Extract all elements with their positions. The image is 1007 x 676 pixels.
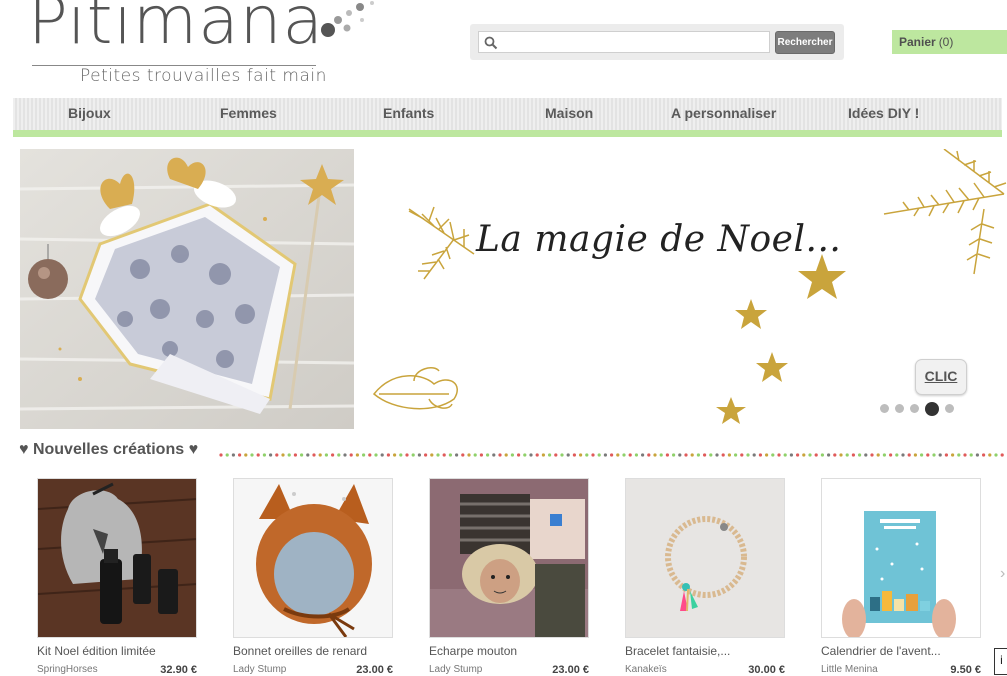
product-seller[interactable]: Lady Stump — [233, 664, 286, 675]
product-image[interactable] — [233, 478, 393, 638]
product-name[interactable]: Kit Noel édition limitée — [37, 644, 156, 658]
banner-decorations — [372, 149, 1007, 424]
hero-banner[interactable]: La magie de Noel... CLIC — [20, 149, 1007, 429]
product-seller[interactable]: Kanakeïs — [625, 664, 667, 675]
search-input[interactable] — [478, 31, 770, 53]
carousel-next-icon[interactable]: › — [1000, 565, 1005, 583]
nav-item-maison[interactable]: Maison — [545, 98, 593, 130]
cart-label: Panier — [899, 35, 936, 49]
cart-button[interactable]: Panier (0) — [892, 30, 1007, 54]
product-image[interactable] — [625, 478, 785, 638]
search-icon — [484, 36, 498, 50]
nav-item-idees-diy[interactable]: Idées DIY ! — [848, 98, 919, 130]
product-card[interactable]: Echarpe mouton Lady Stump 23.00 € — [429, 478, 589, 676]
slider-dots — [880, 400, 960, 416]
logo-title: Pitimana — [28, 0, 324, 59]
product-image[interactable] — [821, 478, 981, 638]
main-nav: Bijoux Femmes Enfants Maison A personnal… — [13, 98, 1002, 130]
product-seller[interactable]: Little Menina — [821, 664, 878, 675]
product-name[interactable]: Bracelet fantaisie,... — [625, 644, 730, 658]
product-card[interactable]: Kit Noel édition limitée SpringHorses 32… — [37, 478, 197, 676]
search-bar: Rechercher — [470, 24, 844, 60]
section-dotted-divider — [219, 453, 1004, 457]
nav-accent-bar — [13, 130, 1002, 137]
slider-dot-active[interactable] — [925, 401, 939, 416]
nav-item-a-personnaliser[interactable]: A personnaliser — [671, 98, 776, 130]
product-seller[interactable]: Lady Stump — [429, 664, 482, 675]
product-card[interactable]: Bonnet oreilles de renard Lady Stump 23.… — [233, 478, 393, 676]
product-image[interactable] — [37, 478, 197, 638]
nav-item-femmes[interactable]: Femmes — [220, 98, 277, 130]
product-price: 30.00 € — [748, 664, 785, 676]
slider-dot[interactable] — [910, 404, 919, 414]
site-logo[interactable]: Pitimana Petites trouvailles fait main — [28, 0, 374, 92]
product-price: 23.00 € — [356, 664, 393, 676]
slider-dot[interactable] — [895, 404, 904, 414]
search-button[interactable]: Rechercher — [775, 31, 835, 54]
product-image[interactable] — [429, 478, 589, 638]
section-title-new-creations: ♥ Nouvelles créations ♥ — [19, 441, 199, 458]
slider-dot[interactable] — [945, 404, 954, 414]
product-price: 9.50 € — [950, 664, 981, 676]
banner-photo-reindeer-blanket — [20, 149, 354, 429]
product-price: 32.90 € — [160, 664, 197, 676]
logo-tagline: Petites trouvailles fait main — [80, 66, 327, 86]
logo-dots-icon — [321, 1, 374, 37]
nav-item-bijoux[interactable]: Bijoux — [68, 98, 111, 130]
product-price: 23.00 € — [552, 664, 589, 676]
product-name[interactable]: Echarpe mouton — [429, 644, 517, 658]
product-card[interactable]: Calendrier de l'avent... Little Menina 9… — [821, 478, 981, 676]
cart-count: (0) — [938, 35, 954, 49]
banner-clic-button[interactable]: CLIC — [915, 359, 967, 395]
product-name[interactable]: Bonnet oreilles de renard — [233, 644, 367, 658]
help-tab[interactable]: i — [994, 648, 1007, 675]
product-name[interactable]: Calendrier de l'avent... — [821, 644, 941, 658]
banner-headline: La magie de Noel... — [476, 219, 842, 260]
slider-dot[interactable] — [880, 404, 889, 414]
product-card[interactable]: Bracelet fantaisie,... Kanakeïs 30.00 € — [625, 478, 785, 676]
product-seller[interactable]: SpringHorses — [37, 664, 98, 675]
nav-item-enfants[interactable]: Enfants — [383, 98, 434, 130]
